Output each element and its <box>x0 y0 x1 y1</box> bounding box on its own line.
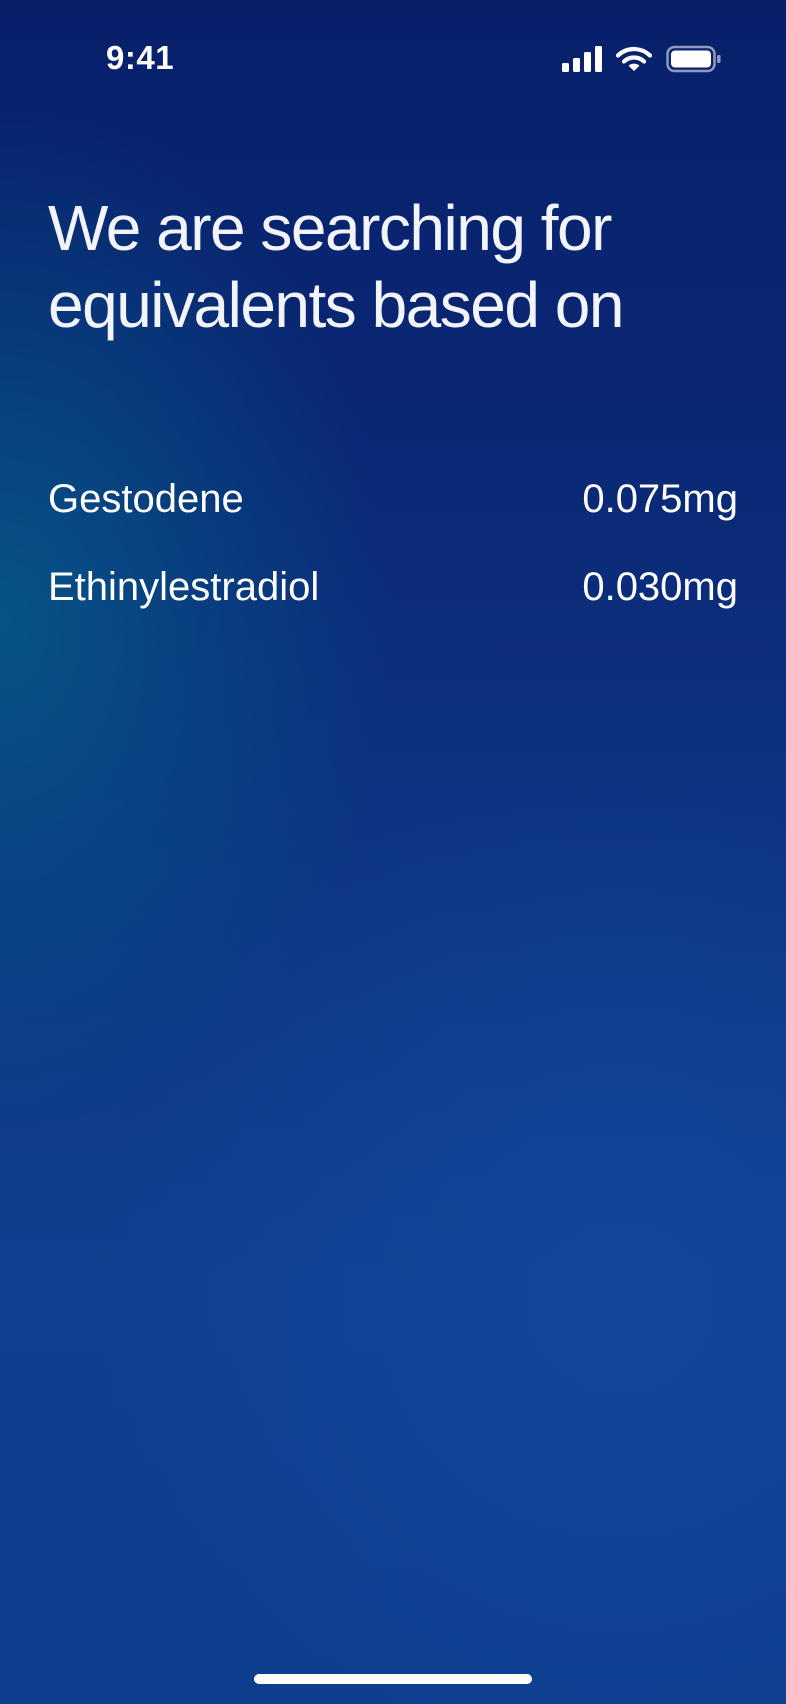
status-time: 9:41 <box>106 39 175 76</box>
battery-icon <box>666 45 722 73</box>
ingredient-list: Gestodene 0.075mg Ethinylestradiol 0.030… <box>48 455 738 631</box>
ingredient-name: Gestodene <box>48 477 244 521</box>
signal-icon <box>562 46 602 72</box>
wifi-icon <box>616 46 652 72</box>
ingredient-dose: 0.030mg <box>582 565 738 609</box>
ingredient-row: Gestodene 0.075mg <box>48 455 738 543</box>
ingredient-dose: 0.075mg <box>582 477 738 521</box>
page-title: We are searching for equivalents based o… <box>48 190 748 344</box>
ingredient-name: Ethinylestradiol <box>48 565 320 609</box>
page-title-line-2: equivalents based on <box>48 269 624 341</box>
page-title-line-1: We are searching for <box>48 192 612 264</box>
status-icons <box>562 44 722 74</box>
status-bar: 9:41 <box>0 0 786 120</box>
screen: 9:41 We are searching for equivalents ba… <box>0 0 786 1704</box>
ingredient-row: Ethinylestradiol 0.030mg <box>48 543 738 631</box>
home-indicator[interactable] <box>254 1674 532 1684</box>
